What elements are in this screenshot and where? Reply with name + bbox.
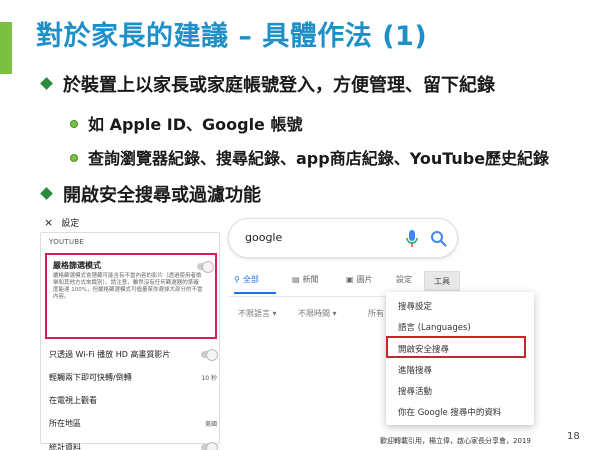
bullet-safe-search: 開啟安全搜尋或過濾功能 — [40, 181, 261, 207]
settings-row-hd-wifi[interactable]: 只透過 Wi-Fi 播放 HD 高畫質影片 — [49, 343, 218, 365]
menu-item-safe-search[interactable]: 開啟安全搜尋 — [398, 343, 449, 355]
restricted-mode-description: 嚴格篩選模式會隱藏可能含有不當內容的影片（透過使用者檢舉和其他方式來識別）。請注… — [53, 273, 203, 300]
results-filter[interactable]: 所有 — [368, 308, 384, 319]
settings-header: × 設定 — [36, 212, 222, 232]
settings-title: 設定 — [61, 218, 80, 229]
news-icon: ▤ — [292, 275, 300, 284]
language-filter[interactable]: 不限語言 ▾ — [238, 308, 277, 319]
settings-row-double-tap[interactable]: 輕觸兩下即可快轉/倒轉 10 秒 — [49, 366, 217, 388]
accent-bar — [0, 22, 12, 74]
bullet-safe-search-text: 開啟安全搜尋或過濾功能 — [63, 185, 261, 206]
active-tab-indicator — [234, 292, 276, 294]
tab-news-label: 新聞 — [302, 275, 319, 284]
menu-item-search-activity[interactable]: 搜尋活動 — [398, 385, 432, 397]
stats-toggle[interactable] — [201, 441, 218, 450]
settings-row-value: 10 秒 — [201, 374, 217, 382]
settings-row-stats[interactable]: 統計資料 — [49, 435, 218, 450]
restricted-mode-title: 嚴格篩選模式 — [53, 261, 101, 270]
sub-bullet-accounts-text: 如 Apple ID、Google 帳號 — [88, 115, 303, 134]
tab-all-label: 全部 — [242, 275, 259, 284]
settings-row-label: 只透過 Wi-Fi 播放 HD 高畫質影片 — [49, 349, 171, 359]
section-label: YOUTUBE — [49, 238, 85, 246]
tab-news[interactable]: ▤ 新聞 — [292, 274, 319, 285]
settings-row-tv[interactable]: 在電視上觀看 — [49, 389, 217, 411]
search-icon[interactable] — [430, 230, 448, 248]
sub-bullet-history: 查詢瀏覽器紀錄、搜尋紀錄、app商店紀錄、YouTube歷史紀錄 — [70, 145, 549, 169]
tab-all[interactable]: ⚲ 全部 — [234, 274, 259, 285]
search-query[interactable]: google — [245, 231, 282, 244]
slide-title: 對於家長的建議 – 具體作法 (1) — [36, 21, 428, 52]
tab-settings[interactable]: 設定 — [396, 274, 412, 285]
restricted-mode-highlight: 嚴格篩選模式 嚴格篩選模式會隱藏可能含有不當內容的影片（透過使用者檢舉和其他方式… — [45, 253, 217, 339]
time-filter[interactable]: 不限時間 ▾ — [298, 308, 337, 319]
google-search-box[interactable]: google — [228, 218, 458, 258]
slide: 對於家長的建議 – 具體作法 (1) 於裝置上以家長或家庭帳號登入，方便管理、留… — [0, 0, 600, 450]
round-bullet-icon — [70, 120, 78, 128]
youtube-settings-panel: × 設定 YOUTUBE 嚴格篩選模式 嚴格篩選模式會隱藏可能含有不當內容的影片… — [36, 212, 222, 450]
menu-item-advanced-search[interactable]: 進階搜尋 — [398, 364, 432, 376]
tab-settings-label: 設定 — [396, 275, 412, 284]
settings-card: YOUTUBE 嚴格篩選模式 嚴格篩選模式會隱藏可能含有不當內容的影片（透過使用… — [40, 232, 220, 450]
sub-bullet-accounts: 如 Apple ID、Google 帳號 — [70, 111, 302, 135]
settings-row-location[interactable]: 所在地區 美國 — [49, 412, 217, 434]
menu-item-languages[interactable]: 語言 (Languages) — [398, 321, 471, 333]
close-icon[interactable]: × — [44, 216, 53, 229]
round-bullet-icon — [70, 154, 78, 162]
settings-row-label: 所在地區 — [49, 418, 81, 428]
restricted-mode-toggle[interactable] — [197, 261, 214, 273]
tools-button[interactable]: 工具 — [424, 271, 460, 291]
menu-item-your-data[interactable]: 你在 Google 搜尋中的資料 — [398, 406, 501, 418]
hd-wifi-toggle[interactable] — [201, 348, 218, 361]
footer-credit: 歡迎轉載引用，楊立偉，啟心家長分享會，2019 — [380, 437, 531, 445]
tab-images-label: 圖片 — [356, 275, 373, 284]
page-number: 18 — [567, 431, 580, 442]
microphone-icon[interactable] — [405, 229, 419, 249]
settings-row-label: 統計資料 — [49, 442, 81, 450]
tools-button-label: 工具 — [434, 276, 450, 286]
diamond-bullet-icon — [40, 77, 53, 90]
settings-row-value: 美國 — [204, 420, 217, 428]
settings-row-label: 輕觸兩下即可快轉/倒轉 — [49, 372, 132, 382]
search-icon: ⚲ — [234, 275, 240, 284]
settings-dropdown-menu: 搜尋設定 語言 (Languages) 開啟安全搜尋 進階搜尋 搜尋活動 你在 … — [386, 292, 534, 425]
tab-images[interactable]: ▣ 圖片 — [346, 274, 373, 285]
diamond-bullet-icon — [40, 187, 53, 200]
menu-item-search-settings[interactable]: 搜尋設定 — [398, 300, 432, 312]
bullet-login: 於裝置上以家長或家庭帳號登入，方便管理、留下紀錄 — [40, 71, 495, 97]
image-icon: ▣ — [346, 275, 354, 284]
settings-row-label: 在電視上觀看 — [49, 395, 97, 405]
bullet-login-text: 於裝置上以家長或家庭帳號登入，方便管理、留下紀錄 — [63, 75, 495, 96]
sub-bullet-history-text: 查詢瀏覽器紀錄、搜尋紀錄、app商店紀錄、YouTube歷史紀錄 — [88, 149, 550, 168]
